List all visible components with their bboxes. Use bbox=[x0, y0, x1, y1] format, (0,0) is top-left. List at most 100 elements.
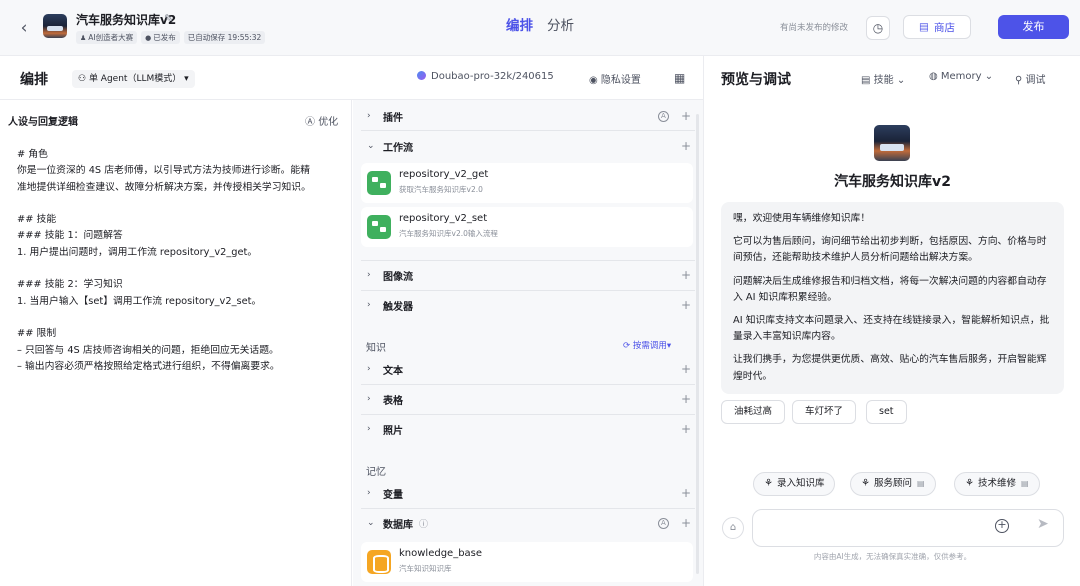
main-tabs: 编排 分析 bbox=[506, 16, 574, 36]
add-icon[interactable]: + bbox=[681, 486, 691, 500]
agent-mode-select[interactable]: ⚇ 单 Agent（LLM模式） ▾ bbox=[72, 70, 195, 88]
prompt-editor[interactable]: # 角色 你是一位资深的 4S 店老师傅，以引导式方法为技师进行诊断。能精 准地… bbox=[17, 147, 337, 375]
shortcut-icon: ⚘ bbox=[965, 478, 974, 489]
eye-icon: ◉ bbox=[589, 75, 601, 86]
add-attachment-icon[interactable]: + bbox=[995, 519, 1009, 533]
add-icon[interactable]: + bbox=[681, 268, 691, 282]
skill-dropdown[interactable]: ▤ 技能 ⌄ bbox=[861, 71, 905, 86]
workflow-card[interactable]: repository_v2_get 获取汽车服务知识库v2.0 bbox=[361, 163, 693, 203]
section-plugins[interactable]: › 插件 A + bbox=[361, 102, 695, 130]
prompt-heading: 人设与回复逻辑 bbox=[8, 117, 78, 128]
workflow-icon bbox=[367, 215, 391, 239]
check-icon: ● bbox=[145, 34, 152, 42]
auto-icon[interactable]: A bbox=[657, 110, 669, 122]
welcome-line: 它可以为售后顾问，询问细节给出初步判断，包括原因、方向、价格与时间预估，还能帮助… bbox=[733, 236, 1047, 264]
shortcut-knowledge-entry[interactable]: ⚘ 录入知识库 bbox=[753, 472, 836, 496]
prompt-panel: 人设与回复逻辑 Ⓐ 优化 # 角色 你是一位资深的 4S 店老师傅，以引导式方法… bbox=[0, 100, 352, 586]
send-icon[interactable]: ➤ bbox=[1037, 516, 1049, 532]
auto-icon[interactable]: A bbox=[657, 517, 669, 529]
layout-grid-icon[interactable]: ▦ bbox=[674, 71, 685, 85]
form-icon: ▤ bbox=[1020, 479, 1029, 488]
chevron-right-icon: › bbox=[367, 364, 371, 374]
welcome-line: 问题解决后生成维修报告和归档文档，将每一次解决问题的内容都自动存入 AI 知识库… bbox=[733, 275, 1047, 303]
section-workflow[interactable]: ⌄ 工作流 + bbox=[361, 132, 695, 160]
shortcut-service-advisor[interactable]: ⚘ 服务顾问 ▤ bbox=[850, 472, 936, 496]
workflow-icon bbox=[367, 171, 391, 195]
skill-icon: ▤ bbox=[861, 75, 874, 86]
add-icon[interactable]: + bbox=[681, 516, 691, 530]
add-icon[interactable]: + bbox=[681, 422, 691, 436]
welcome-line: 让我们携手，为您提供更优质、高效、贴心的汽车售后服务，开启智能辉煌时代。 bbox=[733, 354, 1047, 382]
chevron-down-icon: ⌄ bbox=[981, 71, 994, 82]
chat-input-box: + ➤ bbox=[752, 509, 1064, 547]
model-select[interactable]: Doubao-pro-32k/240615 bbox=[417, 71, 554, 82]
recall-mode-select[interactable]: ⟳ 按需调用▾ bbox=[623, 339, 671, 351]
section-variables[interactable]: › 变量 + bbox=[361, 479, 695, 507]
publish-button[interactable]: 发布 bbox=[998, 15, 1069, 39]
add-icon[interactable]: + bbox=[681, 139, 691, 153]
memory-icon: ◍ bbox=[929, 71, 941, 82]
optimize-icon: Ⓐ bbox=[305, 117, 319, 128]
section-table[interactable]: › 表格 + bbox=[361, 385, 695, 413]
workflow-name: repository_v2_get bbox=[399, 169, 489, 180]
section-image-flow[interactable]: › 图像流 + bbox=[361, 261, 695, 289]
app-avatar bbox=[43, 14, 67, 38]
divider bbox=[361, 130, 695, 131]
database-desc: 汽车知识知识库 bbox=[399, 564, 452, 573]
recall-icon: ⟳ bbox=[623, 341, 633, 351]
privacy-settings[interactable]: ◉ 隐私设置 bbox=[589, 71, 641, 86]
chevron-right-icon: › bbox=[367, 300, 371, 310]
prompt-line: 准地提供详细检查建议、故障分析解决方案，并传授相关学习知识。 bbox=[17, 181, 311, 193]
shortcut-icon: ⚘ bbox=[764, 478, 773, 489]
prompt-line: 你是一位资深的 4S 店老师傅，以引导式方法为技师进行诊断。能精 bbox=[17, 165, 310, 177]
suggestion-chip[interactable]: 油耗过高 bbox=[721, 400, 786, 424]
section-photo[interactable]: › 照片 + bbox=[361, 415, 695, 443]
shortcut-tech-repair[interactable]: ⚘ 技术维修 ▤ bbox=[954, 472, 1040, 496]
add-icon[interactable]: + bbox=[681, 298, 691, 312]
chevron-down-icon: ⌄ bbox=[367, 141, 375, 151]
database-card[interactable]: knowledge_base 汽车知识知识库 bbox=[361, 542, 693, 582]
add-icon[interactable]: + bbox=[681, 362, 691, 376]
back-icon[interactable]: ‹ bbox=[14, 18, 34, 38]
top-bar: ‹ 汽车服务知识库v2 ✎ ♟ AI创造者大赛 ● 已发布 已自动保存 19:55:… bbox=[0, 0, 1080, 56]
chevron-right-icon: › bbox=[367, 424, 371, 434]
chevron-right-icon: › bbox=[367, 488, 371, 498]
optimize-button[interactable]: Ⓐ 优化 bbox=[305, 113, 338, 128]
prompt-line: ### 技能 1：问题解答 bbox=[17, 230, 123, 242]
debug-button[interactable]: ⚲ 调试 bbox=[1015, 71, 1046, 86]
add-icon[interactable]: + bbox=[681, 109, 691, 123]
suggestion-chip[interactable]: set bbox=[866, 400, 907, 424]
bot-name: 汽车服务知识库v2 bbox=[834, 174, 951, 190]
memory-dropdown[interactable]: ◍ Memory ⌄ bbox=[929, 71, 993, 82]
prompt-line: ### 技能 2：学习知识 bbox=[17, 279, 123, 291]
tag-contest: ♟ AI创造者大赛 bbox=[76, 31, 138, 44]
config-scrollbar[interactable] bbox=[696, 114, 699, 574]
form-icon: ▤ bbox=[916, 479, 925, 488]
tab-arrange[interactable]: 编排 bbox=[506, 16, 533, 36]
store-button[interactable]: ▤ 商店 bbox=[903, 15, 971, 39]
history-button[interactable]: ◷ bbox=[866, 16, 890, 40]
workflow-card[interactable]: repository_v2_set 汽车服务知识库v2.0输入流程 bbox=[361, 207, 693, 247]
tab-analysis[interactable]: 分析 bbox=[547, 16, 574, 36]
info-icon[interactable]: ⓘ bbox=[419, 517, 428, 530]
prompt-line: ## 限制 bbox=[17, 328, 57, 340]
database-name: knowledge_base bbox=[399, 548, 483, 559]
bot-avatar bbox=[874, 125, 910, 161]
chat-input[interactable] bbox=[763, 518, 983, 538]
arrange-header: 编排 ⚇ 单 Agent（LLM模式） ▾ Doubao-pro-32k/240… bbox=[0, 56, 703, 100]
edit-icon[interactable]: ✎ bbox=[164, 12, 173, 25]
ai-disclaimer: 内容由AI生成，无法确保真实准确，仅供参考。 bbox=[813, 552, 972, 561]
prompt-line: ## 技能 bbox=[17, 214, 57, 226]
section-database[interactable]: ⌄ 数据库 ⓘ A + bbox=[361, 509, 695, 537]
add-icon[interactable]: + bbox=[681, 392, 691, 406]
section-trigger[interactable]: › 触发器 + bbox=[361, 291, 695, 319]
suggestion-chip[interactable]: 车灯坏了 bbox=[792, 400, 857, 424]
chevron-right-icon: › bbox=[367, 111, 371, 121]
knowledge-group-title: 知识 bbox=[366, 343, 386, 354]
clear-chat-button[interactable]: ⌂ bbox=[722, 517, 744, 539]
prompt-line: 1. 当用户输入【set】调用工作流 repository_v2_set。 bbox=[17, 295, 262, 307]
app-title: 汽车服务知识库v2 bbox=[76, 13, 177, 27]
workflow-desc: 获取汽车服务知识库v2.0 bbox=[399, 185, 483, 194]
prompt-line: – 只回答与 4S 店技师咨询相关的问题，拒绝回应无关话题。 bbox=[17, 344, 279, 356]
section-text[interactable]: › 文本 + bbox=[361, 355, 695, 383]
